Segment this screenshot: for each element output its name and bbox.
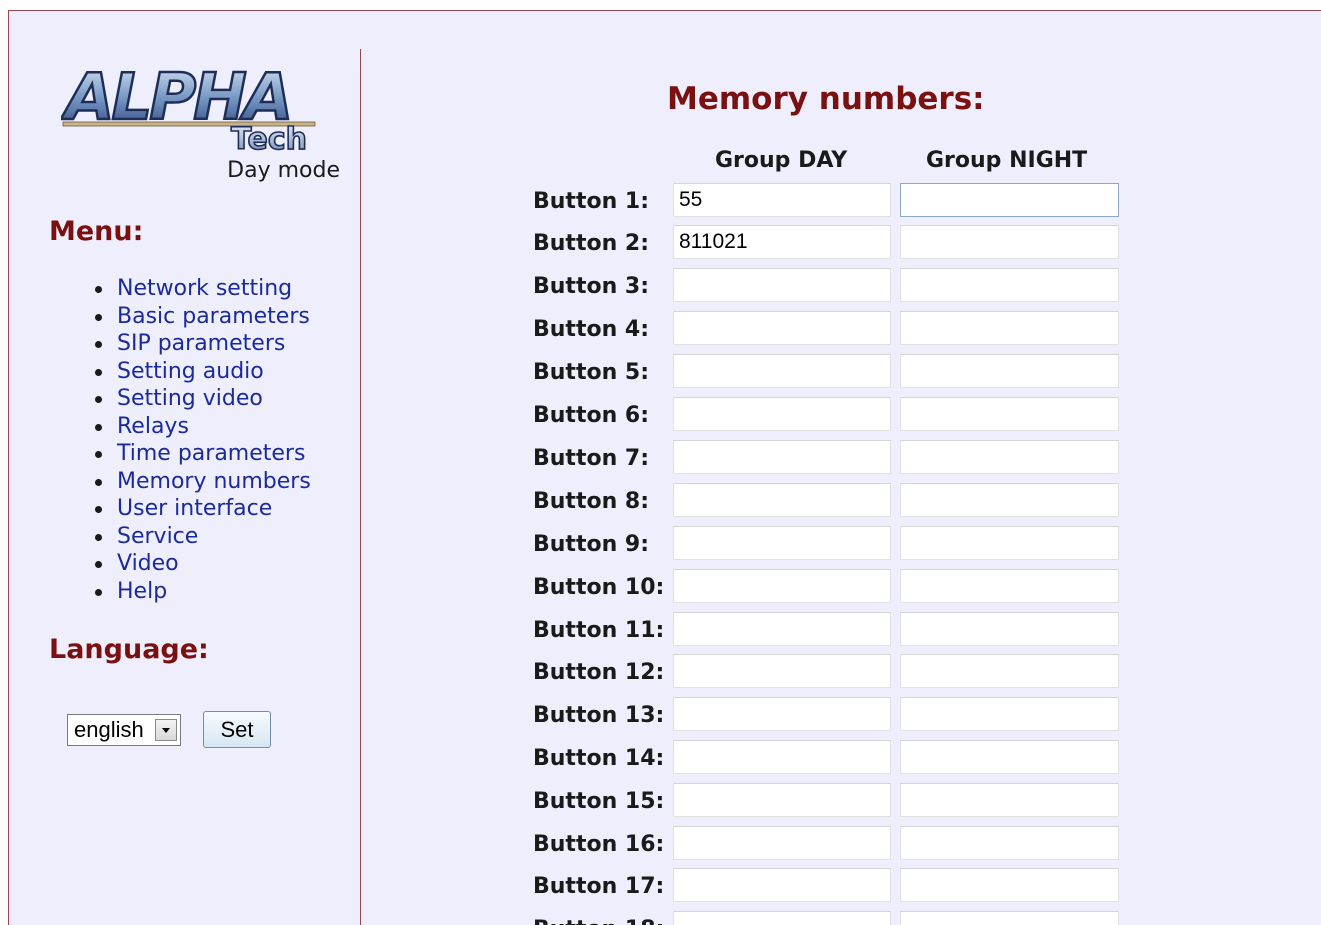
day-number-input[interactable] <box>673 440 891 474</box>
row-label: Button 12: <box>533 660 665 685</box>
menu-link-memory-numbers[interactable]: Memory numbers <box>117 469 311 494</box>
night-number-input[interactable] <box>900 225 1119 259</box>
row-label: Button 3: <box>533 274 650 299</box>
menu-list: Network setting Basic parameters SIP param… <box>95 275 311 606</box>
row-label: Button 10: <box>533 575 665 600</box>
menu-link-time-parameters[interactable]: Time parameters <box>117 441 305 466</box>
column-header-night: Group NIGHT <box>926 148 1088 173</box>
menu-link-relays[interactable]: Relays <box>117 414 189 439</box>
menu-item: Relays <box>95 413 311 441</box>
night-number-input[interactable] <box>900 483 1119 517</box>
menu-item: Help <box>95 578 311 606</box>
night-number-input[interactable] <box>900 440 1119 474</box>
day-number-input[interactable] <box>673 697 891 731</box>
menu-link-sip-parameters[interactable]: SIP parameters <box>117 331 285 356</box>
row-label: Button 13: <box>533 703 665 728</box>
page-title: Memory numbers: <box>667 81 985 117</box>
row-label: Button 2: <box>533 231 650 256</box>
day-number-input[interactable] <box>673 740 891 774</box>
menu-link-video[interactable]: Video <box>117 551 179 576</box>
menu-item: Service <box>95 523 311 551</box>
night-number-input[interactable] <box>900 911 1119 925</box>
row-label: Button 8: <box>533 489 650 514</box>
menu-item: SIP parameters <box>95 330 311 358</box>
row-label: Button 15: <box>533 789 665 814</box>
menu-link-network-setting[interactable]: Network setting <box>117 276 292 301</box>
menu-item: Basic parameters <box>95 303 311 331</box>
menu-link-setting-video[interactable]: Setting video <box>117 386 263 411</box>
row-label: Button 14: <box>533 746 665 771</box>
night-number-input[interactable] <box>900 526 1119 560</box>
day-number-input[interactable] <box>673 526 891 560</box>
menu-item: Memory numbers <box>95 468 311 496</box>
day-number-input[interactable] <box>673 483 891 517</box>
day-number-input[interactable] <box>673 654 891 688</box>
night-number-input[interactable] <box>900 354 1119 388</box>
menu-item: Setting audio <box>95 358 311 386</box>
night-number-input[interactable] <box>900 783 1119 817</box>
chevron-down-icon[interactable] <box>155 719 177 741</box>
row-label: Button 7: <box>533 446 650 471</box>
day-number-input[interactable] <box>673 311 891 345</box>
logo-subtext: Tech <box>231 122 307 153</box>
sidebar-divider <box>360 49 361 925</box>
row-label: Button 5: <box>533 360 650 385</box>
row-label: Button 9: <box>533 532 650 557</box>
row-label: Button 4: <box>533 317 650 342</box>
menu-heading: Menu: <box>49 216 144 247</box>
night-number-input[interactable] <box>900 826 1119 860</box>
day-number-input[interactable] <box>673 397 891 431</box>
day-number-input[interactable] <box>673 612 891 646</box>
day-number-input[interactable] <box>673 225 891 259</box>
column-header-day: Group DAY <box>715 148 848 173</box>
row-label: Button 6: <box>533 403 650 428</box>
night-number-input[interactable] <box>900 740 1119 774</box>
menu-link-service[interactable]: Service <box>117 524 198 549</box>
day-number-input[interactable] <box>673 868 891 902</box>
language-select[interactable]: english <box>67 714 181 746</box>
night-number-input[interactable] <box>900 654 1119 688</box>
menu-link-help[interactable]: Help <box>117 579 167 604</box>
day-number-input[interactable] <box>673 183 891 217</box>
menu-item: Network setting <box>95 275 311 303</box>
set-language-button[interactable]: Set <box>203 711 271 748</box>
menu-link-setting-audio[interactable]: Setting audio <box>117 359 264 384</box>
page-frame: ALPHA Tech Day mode Menu: Network settin… <box>8 10 1321 925</box>
row-label: Button 11: <box>533 618 665 643</box>
menu-item: User interface <box>95 495 311 523</box>
night-number-input[interactable] <box>900 697 1119 731</box>
day-number-input[interactable] <box>673 569 891 603</box>
alpha-tech-logo: ALPHA Tech <box>61 61 316 153</box>
menu-item: Setting video <box>95 385 311 413</box>
menu-link-user-interface[interactable]: User interface <box>117 496 272 521</box>
day-number-input[interactable] <box>673 268 891 302</box>
row-label: Button 18: <box>533 917 664 925</box>
row-label: Button 1: <box>533 189 650 214</box>
night-number-input[interactable] <box>900 311 1119 345</box>
night-number-input[interactable] <box>900 397 1119 431</box>
menu-item: Video <box>95 550 311 578</box>
row-label: Button 17: <box>533 874 665 899</box>
night-number-input[interactable] <box>900 868 1119 902</box>
mode-label: Day mode <box>227 158 340 183</box>
night-number-input[interactable] <box>900 569 1119 603</box>
row-label: Button 16: <box>533 832 665 857</box>
night-number-input[interactable] <box>900 612 1119 646</box>
night-number-input[interactable] <box>900 183 1119 217</box>
day-number-input[interactable] <box>673 826 891 860</box>
night-number-input[interactable] <box>900 268 1119 302</box>
language-select-value: english <box>74 717 144 742</box>
menu-item: Time parameters <box>95 440 311 468</box>
menu-link-basic-parameters[interactable]: Basic parameters <box>117 304 310 329</box>
day-number-input[interactable] <box>673 911 891 925</box>
day-number-input[interactable] <box>673 354 891 388</box>
sidebar: ALPHA Tech Day mode Menu: Network settin… <box>9 11 360 925</box>
day-number-input[interactable] <box>673 783 891 817</box>
language-heading: Language: <box>49 634 209 665</box>
